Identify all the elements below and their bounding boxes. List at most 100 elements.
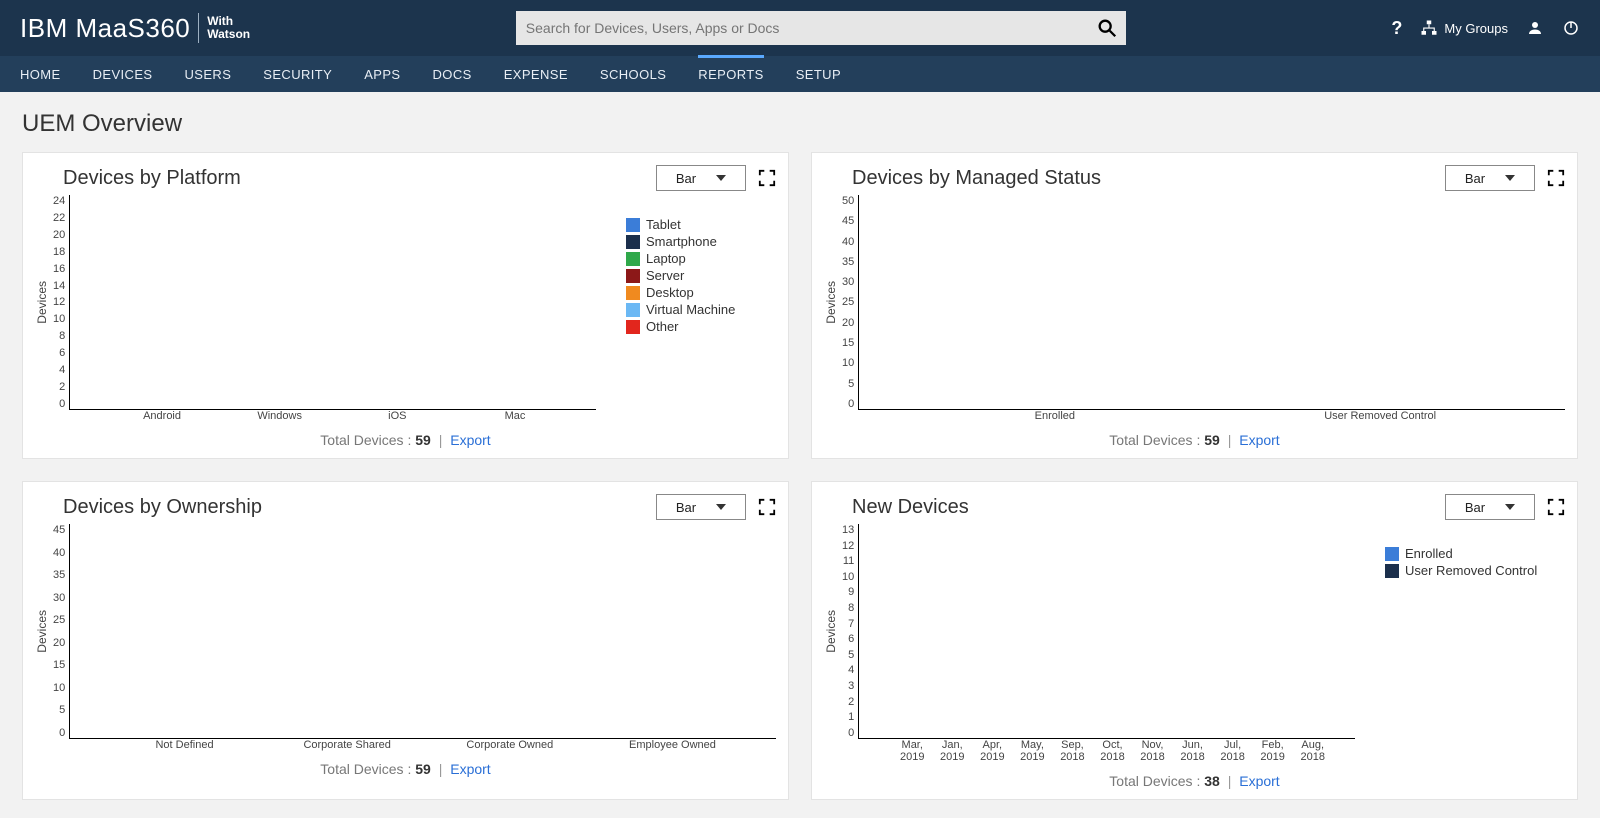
nav-item-expense[interactable]: EXPENSE	[504, 58, 568, 91]
user-icon[interactable]	[1526, 19, 1544, 37]
nav-item-setup[interactable]: SETUP	[796, 58, 841, 91]
card-devices-by-managed-status: Devices by Managed Status Bar Devices 50…	[811, 152, 1578, 459]
x-tick-label: Mar,2019	[892, 739, 932, 763]
power-icon[interactable]	[1562, 19, 1580, 37]
x-tick-label: Employee Owned	[591, 739, 754, 751]
plot-area	[69, 524, 776, 739]
my-groups-button[interactable]: My Groups	[1420, 19, 1508, 37]
legend-item[interactable]: Desktop	[626, 285, 766, 300]
main-nav: HOME DEVICES USERS SECURITY APPS DOCS EXPENSE S…	[0, 56, 1600, 92]
legend-label: User Removed Control	[1405, 563, 1537, 578]
hierarchy-icon	[1420, 19, 1438, 37]
expand-icon[interactable]	[1547, 498, 1565, 516]
chart-type-select[interactable]: Bar	[656, 165, 746, 191]
help-icon[interactable]: ?	[1391, 18, 1402, 39]
x-tick-label: Jun,2018	[1173, 739, 1213, 763]
brand: IBM MaaS360 With Watson	[20, 13, 250, 44]
legend-item[interactable]: Enrolled	[1385, 546, 1555, 561]
legend-item[interactable]: Other	[626, 319, 766, 334]
nav-item-reports[interactable]: REPORTS	[698, 55, 763, 91]
legend-swatch	[626, 252, 640, 266]
brand-separator	[198, 13, 199, 43]
card-title: Devices by Ownership	[35, 496, 656, 519]
export-link[interactable]: Export	[450, 761, 490, 777]
card-title: Devices by Platform	[35, 167, 656, 190]
chart-type-select[interactable]: Bar	[656, 494, 746, 520]
chart-type-select[interactable]: Bar	[1445, 494, 1535, 520]
nav-item-users[interactable]: USERS	[184, 58, 231, 91]
x-tick-label: May,2019	[1012, 739, 1052, 763]
legend-label: Enrolled	[1405, 546, 1453, 561]
export-link[interactable]: Export	[450, 432, 490, 448]
chart-managed: Devices 50454035302520151050	[824, 195, 1565, 410]
legend-label: Virtual Machine	[646, 302, 735, 317]
card-new-devices: New Devices Bar Devices 1312111098765432…	[811, 481, 1578, 800]
x-tick-label: User Removed Control	[1218, 410, 1543, 422]
chart-type-select[interactable]: Bar	[1445, 165, 1535, 191]
legend-item[interactable]: Smartphone	[626, 234, 766, 249]
plot-area	[858, 195, 1565, 410]
search-box[interactable]	[516, 11, 1126, 45]
legend-item[interactable]: Tablet	[626, 217, 766, 232]
y-axis-ticks: 131211109876543210	[842, 524, 858, 739]
legend-swatch	[626, 269, 640, 283]
x-axis-labels: AndroidWindowsiOSMac	[81, 410, 596, 422]
nav-item-devices[interactable]: DEVICES	[93, 58, 153, 91]
legend-item[interactable]: Server	[626, 268, 766, 283]
x-tick-label: Apr,2019	[972, 739, 1012, 763]
page-title: UEM Overview	[22, 110, 1578, 138]
chevron-down-icon	[716, 175, 726, 181]
card-devices-by-platform: Devices by Platform Bar Devices 24222018…	[22, 152, 789, 459]
x-tick-label: Feb,2019	[1253, 739, 1293, 763]
search-icon[interactable]	[1096, 17, 1118, 39]
legend-swatch	[626, 320, 640, 334]
x-axis-labels: Mar,2019Jan,2019Apr,2019May,2019Sep,2018…	[870, 739, 1355, 763]
x-tick-label: Sep,2018	[1052, 739, 1092, 763]
y-axis-ticks: 454035302520151050	[53, 524, 69, 739]
expand-icon[interactable]	[1547, 169, 1565, 187]
nav-item-docs[interactable]: DOCS	[433, 58, 472, 91]
brand-main: IBM MaaS360	[20, 13, 190, 44]
nav-item-home[interactable]: HOME	[20, 58, 61, 91]
x-tick-label: Jan,2019	[932, 739, 972, 763]
nav-item-schools[interactable]: SCHOOLS	[600, 58, 666, 91]
topbar: IBM MaaS360 With Watson ? My Groups	[0, 0, 1600, 56]
card-footer: Total Devices : 59 | Export	[35, 422, 776, 452]
chart-ownership: Devices 454035302520151050	[35, 524, 776, 739]
x-tick-label: Corporate Shared	[266, 739, 429, 751]
export-link[interactable]: Export	[1239, 773, 1279, 789]
legend-swatch	[626, 235, 640, 249]
legend-label: Laptop	[646, 251, 686, 266]
x-tick-label: Oct,2018	[1092, 739, 1132, 763]
legend-label: Other	[646, 319, 679, 334]
x-tick-label: iOS	[339, 410, 457, 422]
legend-label: Server	[646, 268, 684, 283]
y-axis-label: Devices	[35, 281, 49, 324]
search-input[interactable]	[524, 19, 1096, 37]
chart-new-devices: Devices 131211109876543210 Enrolled User …	[824, 524, 1565, 739]
nav-item-apps[interactable]: APPS	[364, 58, 400, 91]
expand-icon[interactable]	[758, 498, 776, 516]
nav-item-security[interactable]: SECURITY	[263, 58, 332, 91]
x-tick-label: Mac	[456, 410, 574, 422]
card-devices-by-ownership: Devices by Ownership Bar Devices 4540353…	[22, 481, 789, 800]
legend-item[interactable]: User Removed Control	[1385, 563, 1555, 578]
x-tick-label: Android	[103, 410, 221, 422]
brand-sub: With Watson	[207, 15, 250, 41]
top-icons: ? My Groups	[1391, 18, 1580, 39]
legend-item[interactable]: Laptop	[626, 251, 766, 266]
legend-swatch	[626, 303, 640, 317]
y-axis-label: Devices	[824, 610, 838, 653]
card-footer: Total Devices : 59 | Export	[35, 751, 776, 781]
expand-icon[interactable]	[758, 169, 776, 187]
legend-swatch	[1385, 564, 1399, 578]
card-footer: Total Devices : 38 | Export	[824, 763, 1565, 793]
legend-label: Desktop	[646, 285, 694, 300]
page: UEM Overview Devices by Platform Bar Dev…	[0, 92, 1600, 818]
legend-item[interactable]: Virtual Machine	[626, 302, 766, 317]
legend-swatch	[1385, 547, 1399, 561]
y-axis-ticks: 50454035302520151050	[842, 195, 858, 410]
my-groups-label: My Groups	[1444, 21, 1508, 36]
x-tick-label: Enrolled	[892, 410, 1217, 422]
export-link[interactable]: Export	[1239, 432, 1279, 448]
